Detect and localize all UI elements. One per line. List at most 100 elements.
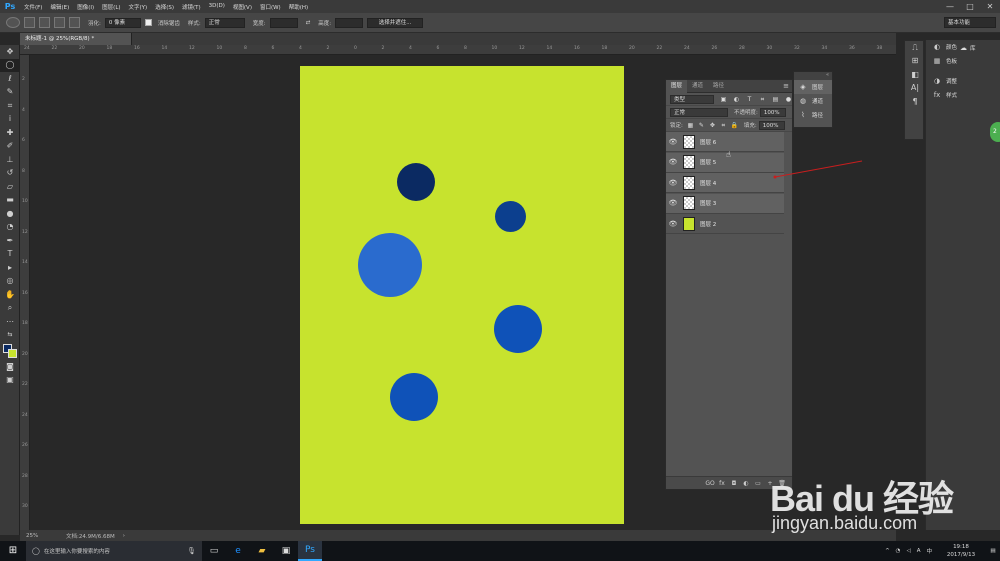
tab-layers[interactable]: 图层 [666,79,688,93]
file-explorer-icon[interactable]: ▰ [250,541,274,561]
menu-item[interactable]: 3D(D) [205,3,229,11]
lasso-tool-icon[interactable]: ℓ [0,72,20,86]
opacity-input[interactable]: 100% [759,107,786,117]
properties-panel-icon[interactable]: ◧ [905,68,925,82]
blur-tool-icon[interactable]: ● [0,207,20,221]
layer-name[interactable]: 图层 2 [700,220,716,228]
history-brush-tool-icon[interactable]: ↺ [0,167,20,181]
collapse-icon[interactable]: « [794,72,832,80]
add-selection-icon[interactable] [39,17,50,28]
elliptical-marquee-tool-icon[interactable]: ◯ [0,58,20,72]
layer-thumbnail[interactable] [683,134,695,149]
more-tools-icon[interactable]: ⋯ [0,315,20,329]
visibility-eye-icon[interactable]: 👁 [666,199,680,207]
pixel-filter-icon[interactable]: ▣ [720,96,727,103]
antialias-checkbox[interactable] [144,19,152,26]
ime-indicator[interactable]: A [917,548,921,554]
move-tool-icon[interactable]: ✥ [0,45,20,59]
intersect-selection-icon[interactable] [69,17,80,28]
photoshop-taskbar-icon[interactable]: Ps [298,541,322,561]
fill-input[interactable]: 100% [758,120,785,130]
mini-panel-item[interactable]: ◈ 图层 [794,80,832,94]
visibility-eye-icon[interactable]: 👁 [666,220,680,228]
type-tool-icon[interactable]: T [0,248,20,262]
maximize-button[interactable]: □ [960,0,980,13]
eraser-tool-icon[interactable]: ▱ [0,180,20,194]
layer-thumbnail[interactable] [683,216,695,231]
background-color-swatch[interactable] [8,349,17,358]
hand-tool-icon[interactable]: ✋ [0,288,20,302]
style-select[interactable]: 正常 [204,17,245,28]
new-selection-icon[interactable] [24,17,35,28]
document-canvas[interactable] [300,66,624,524]
microphone-icon[interactable]: 🎙 [187,547,196,555]
volume-icon[interactable]: ◁ [906,548,910,554]
quick-mask-icon[interactable]: ◙ [0,360,20,374]
tab-channels[interactable]: 通道 [687,80,708,93]
visibility-eye-icon[interactable]: 👁 [666,179,680,187]
tab-paths[interactable]: 路径 [708,80,729,93]
layer-row[interactable]: 👁 图层 3 [666,193,784,214]
pen-tool-icon[interactable]: ✒ [0,234,20,248]
menu-item[interactable]: 编辑(E) [46,3,73,11]
select-mask-button[interactable]: 选择并遮住... [367,17,424,28]
swap-colors-icon[interactable]: ⇆ [0,329,20,343]
circle-shape[interactable] [495,201,526,232]
marquee-preset-icon[interactable] [6,17,20,28]
path-select-tool-icon[interactable]: ▸ [0,261,20,275]
mini-panel-item[interactable]: ◍ 通道 [794,94,832,108]
brush-tool-icon[interactable]: ✐ [0,140,20,154]
workspace-select[interactable]: 基本功能 [944,17,996,28]
fx-icon[interactable]: fx [716,480,728,487]
circle-shape[interactable] [397,163,435,201]
document-tab[interactable]: 未标题-1 @ 25%(RGB/8) * [20,33,132,45]
adjust-panel-icon[interactable]: ⊞ [905,55,925,69]
layer-row[interactable]: 👁 图层 5 [666,152,784,173]
visibility-eye-icon[interactable]: 👁 [666,158,680,166]
group-icon[interactable]: ▭ [752,480,764,487]
blend-mode-select[interactable]: 正常 [670,107,728,117]
menu-item[interactable]: 文件(F) [20,3,46,11]
libraries-button[interactable]: ☁ 库 [960,44,976,52]
menu-item[interactable]: 视图(V) [229,3,256,11]
layer-name[interactable]: 图层 5 [700,158,716,166]
healing-brush-tool-icon[interactable]: ✚ [0,126,20,140]
menu-item[interactable]: 窗口(W) [256,3,285,11]
gradient-tool-icon[interactable]: ▬ [0,194,20,208]
lock-artboard-icon[interactable]: ⌗ [720,122,727,129]
menu-item[interactable]: 帮助(H) [285,3,312,11]
tray-chevron-icon[interactable]: ^ [885,548,890,554]
panel-menu-icon[interactable]: ≡ [783,82,792,90]
shape-tool-icon[interactable]: ◎ [0,275,20,289]
layer-thumbnail[interactable] [683,175,695,190]
store-icon[interactable]: ▣ [274,541,298,561]
mini-panel-item[interactable]: ⌇ 路径 [794,108,832,122]
dodge-tool-icon[interactable]: ◔ [0,221,20,235]
menu-item[interactable]: 选择(S) [151,3,178,11]
dock-panel-item[interactable]: ▦ 色板 [926,54,1000,68]
layer-name[interactable]: 图层 4 [700,179,716,187]
minimize-button[interactable]: — [940,0,960,13]
subtract-selection-icon[interactable] [54,17,65,28]
menu-item[interactable]: 图像(I) [73,3,98,11]
layer-thumbnail[interactable] [683,196,695,210]
menu-item[interactable]: 文字(Y) [125,3,152,11]
taskbar-search[interactable]: ◯ 在这里输入你要搜索的内容 🎙 [26,541,202,561]
floating-badge[interactable]: 2 [990,122,1000,142]
menu-item[interactable]: 滤镜(T) [178,3,205,11]
status-arrow-icon[interactable]: › [123,533,125,539]
layer-row[interactable]: 👁 图层 4 [666,173,784,193]
quick-select-tool-icon[interactable]: ✎ [0,86,20,100]
adjust-filter-icon[interactable]: ◐ [733,96,740,103]
language-indicator[interactable]: 中 [926,547,932,555]
windows-start-icon[interactable]: ⊞ [0,541,26,561]
paragraph-panel-icon[interactable]: ¶ [905,95,925,109]
feather-input[interactable]: 0 像素 [104,17,141,28]
network-icon[interactable]: ◔ [896,548,901,554]
color-swatches[interactable] [0,342,20,360]
history-panel-icon[interactable]: ⎍ [905,41,925,55]
swap-icon[interactable]: ⇄ [306,20,311,26]
character-panel-icon[interactable]: A| [905,82,925,96]
lock-position-icon[interactable]: ✥ [709,122,716,129]
lock-pixels-icon[interactable]: ✎ [698,122,705,129]
